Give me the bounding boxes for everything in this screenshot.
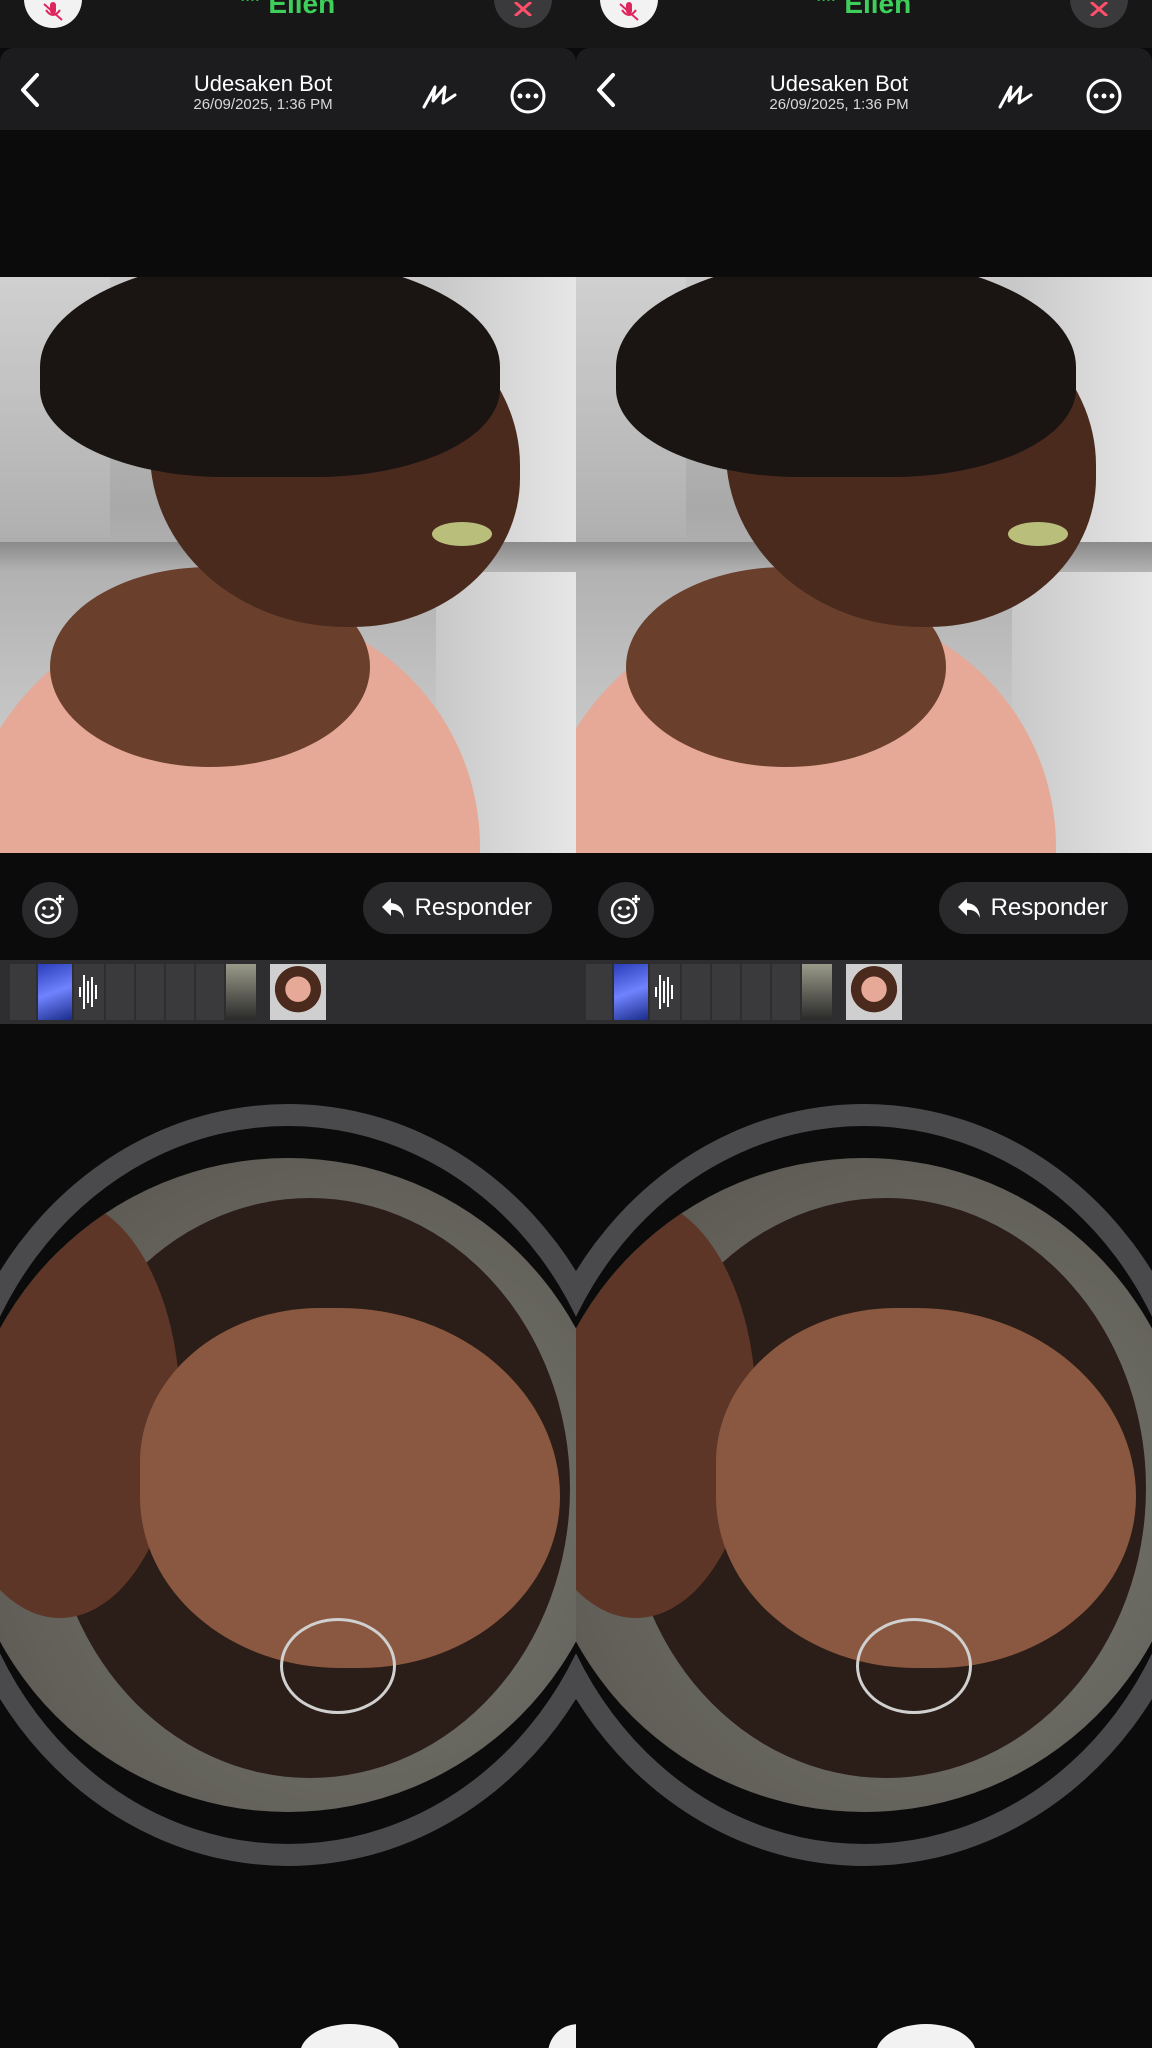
reply-label: Responder [414, 894, 532, 921]
ellipsis-circle-icon [510, 78, 546, 114]
bottom-control-button[interactable] [876, 2024, 976, 2048]
thumbnail[interactable] [682, 964, 710, 1020]
thumbnail[interactable] [802, 964, 832, 1020]
reply-label: Responder [990, 894, 1108, 921]
reply-arrow-icon [381, 898, 404, 918]
thumbnail[interactable] [712, 964, 740, 1020]
close-icon [514, 2, 532, 16]
timestamp: 26/09/2025, 1:36 PM [193, 96, 333, 113]
waveform-icon [79, 975, 97, 1009]
photo-subject-lips [432, 522, 492, 546]
thumbnail[interactable] [166, 964, 194, 1020]
thumbnail[interactable] [106, 964, 134, 1020]
add-reaction-button[interactable] [22, 882, 78, 938]
media-photo[interactable] [0, 277, 576, 853]
page-title: Udesaken Bot [193, 71, 333, 96]
viewer-header: Udesaken Bot 26/09/2025, 1:36 PM [576, 48, 1152, 130]
markup-pen-icon [998, 85, 1033, 109]
more-button[interactable] [506, 74, 550, 118]
thumbnail[interactable] [0, 964, 8, 1020]
thumbnail[interactable] [586, 964, 612, 1020]
end-call-button[interactable] [1070, 0, 1128, 28]
call-activity-dots: .... [241, 0, 261, 4]
chevron-left-icon [597, 73, 615, 107]
reaction-row: Responder [576, 874, 1152, 946]
thumbnail[interactable] [742, 964, 770, 1020]
split-screen-stage: .... Ellen Udesaken Bot 26/09/2025, 1:36 … [0, 0, 1152, 2048]
thumbnail[interactable] [38, 964, 72, 1020]
ellipsis-circle-icon [1086, 78, 1122, 114]
chevron-left-icon [21, 73, 39, 107]
thumbnail-selected[interactable] [846, 964, 902, 1020]
call-activity-dots: .... [817, 0, 837, 4]
call-banner: .... Ellen [0, 0, 576, 48]
end-call-button[interactable] [494, 0, 552, 28]
thumbnail[interactable] [226, 964, 256, 1020]
markup-button[interactable] [994, 74, 1038, 118]
call-name[interactable]: .... Ellen [0, 0, 576, 20]
header-title-block: Udesaken Bot 26/09/2025, 1:36 PM [676, 72, 1002, 114]
page-title: Udesaken Bot [769, 71, 909, 96]
call-name[interactable]: .... Ellen [576, 0, 1152, 20]
header-title-block: Udesaken Bot 26/09/2025, 1:36 PM [100, 72, 426, 114]
photo-subject-hair [40, 277, 500, 477]
markup-pen-icon [422, 85, 457, 109]
bottom-control-button[interactable] [300, 2024, 400, 2048]
round-video-message[interactable] [0, 1158, 576, 1812]
call-banner: .... Ellen [576, 0, 1152, 48]
media-thumbnail-strip[interactable] [0, 960, 576, 1024]
waveform-icon [655, 975, 673, 1009]
voice-thumbnail[interactable] [650, 964, 680, 1020]
add-reaction-button[interactable] [598, 882, 654, 938]
reaction-row: Responder [0, 874, 576, 946]
call-name-label: Ellen [844, 0, 912, 19]
photo-subject-hair [616, 277, 1076, 477]
timestamp: 26/09/2025, 1:36 PM [769, 96, 909, 113]
call-name-label: Ellen [268, 0, 336, 19]
markup-button[interactable] [418, 74, 462, 118]
reply-button[interactable]: Responder [938, 882, 1128, 934]
photo-subject-lips [1008, 522, 1068, 546]
thumbnail-selected[interactable] [270, 964, 326, 1020]
reply-button[interactable]: Responder [362, 882, 552, 934]
add-reaction-icon [610, 895, 640, 925]
video-subject-earring [856, 1618, 972, 1714]
bottom-control-button[interactable] [548, 2024, 576, 2048]
more-button[interactable] [1082, 74, 1126, 118]
thumbnail[interactable] [196, 964, 224, 1020]
back-button[interactable] [10, 68, 50, 112]
viewer-header: Udesaken Bot 26/09/2025, 1:36 PM [0, 48, 576, 130]
round-video-message[interactable] [576, 1158, 1152, 1812]
left-pane: .... Ellen Udesaken Bot 26/09/2025, 1:36 … [0, 0, 576, 2048]
add-reaction-icon [34, 895, 64, 925]
thumbnail[interactable] [136, 964, 164, 1020]
voice-thumbnail[interactable] [74, 964, 104, 1020]
video-subject-earring [280, 1618, 396, 1714]
right-pane: .... Ellen Udesaken Bot 26/09/2025, 1:36 … [576, 0, 1152, 2048]
thumbnail[interactable] [772, 964, 800, 1020]
close-icon [1090, 2, 1108, 16]
media-thumbnail-strip[interactable] [576, 960, 1152, 1024]
thumbnail[interactable] [10, 964, 36, 1020]
media-photo[interactable] [576, 277, 1152, 853]
thumbnail[interactable] [614, 964, 648, 1020]
thumbnail[interactable] [576, 964, 584, 1020]
back-button[interactable] [586, 68, 626, 112]
reply-arrow-icon [957, 898, 980, 918]
